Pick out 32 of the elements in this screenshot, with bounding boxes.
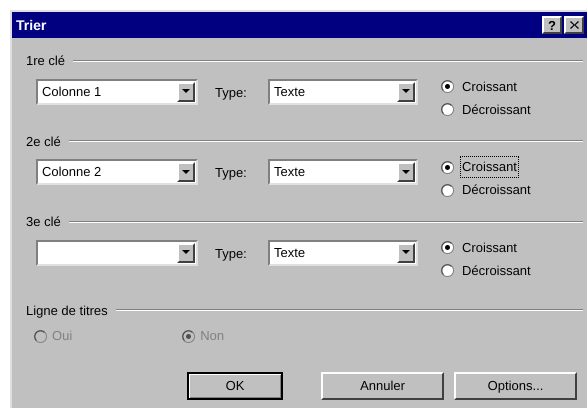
dropdown[interactable]: Texte (268, 159, 418, 185)
radio-button[interactable] (441, 103, 454, 116)
group-label: 3e clé (26, 213, 61, 231)
dropdown[interactable] (36, 240, 198, 266)
dialog-button[interactable]: OK (187, 372, 283, 400)
radio-button[interactable] (441, 160, 454, 174)
window-title: Trier (16, 16, 48, 34)
radio-label[interactable]: Décroissant (460, 98, 533, 120)
dialog-button[interactable]: Options... (454, 372, 577, 400)
dropdown[interactable]: Texte (268, 78, 418, 104)
dropdown[interactable]: Texte (268, 240, 418, 266)
radio-button[interactable] (441, 241, 454, 254)
type-label: Type: (215, 244, 248, 263)
radio-label[interactable]: Croissant (460, 236, 519, 258)
radio-button[interactable] (441, 80, 454, 93)
dropdown[interactable]: Colonne 1 (36, 78, 198, 104)
radio-label[interactable]: Croissant (460, 156, 519, 178)
radio-label[interactable]: Décroissant (460, 179, 533, 201)
radio-label[interactable]: Décroissant (460, 260, 533, 282)
group-label: 1re clé (26, 52, 66, 70)
close-button[interactable] (564, 16, 584, 34)
radio-button[interactable] (441, 264, 454, 277)
close-icon (570, 21, 578, 29)
help-button[interactable]: ? (542, 16, 562, 34)
radio-label[interactable]: Croissant (460, 76, 519, 98)
group-label: 2e clé (26, 132, 61, 150)
type-label: Type: (215, 84, 248, 102)
type-label: Type: (215, 164, 248, 182)
group-label: Ligne de titres (26, 302, 108, 320)
dropdown[interactable]: Colonne 2 (36, 159, 198, 185)
radio-button[interactable] (441, 184, 454, 196)
dialog-button[interactable]: Annuler (321, 372, 444, 400)
